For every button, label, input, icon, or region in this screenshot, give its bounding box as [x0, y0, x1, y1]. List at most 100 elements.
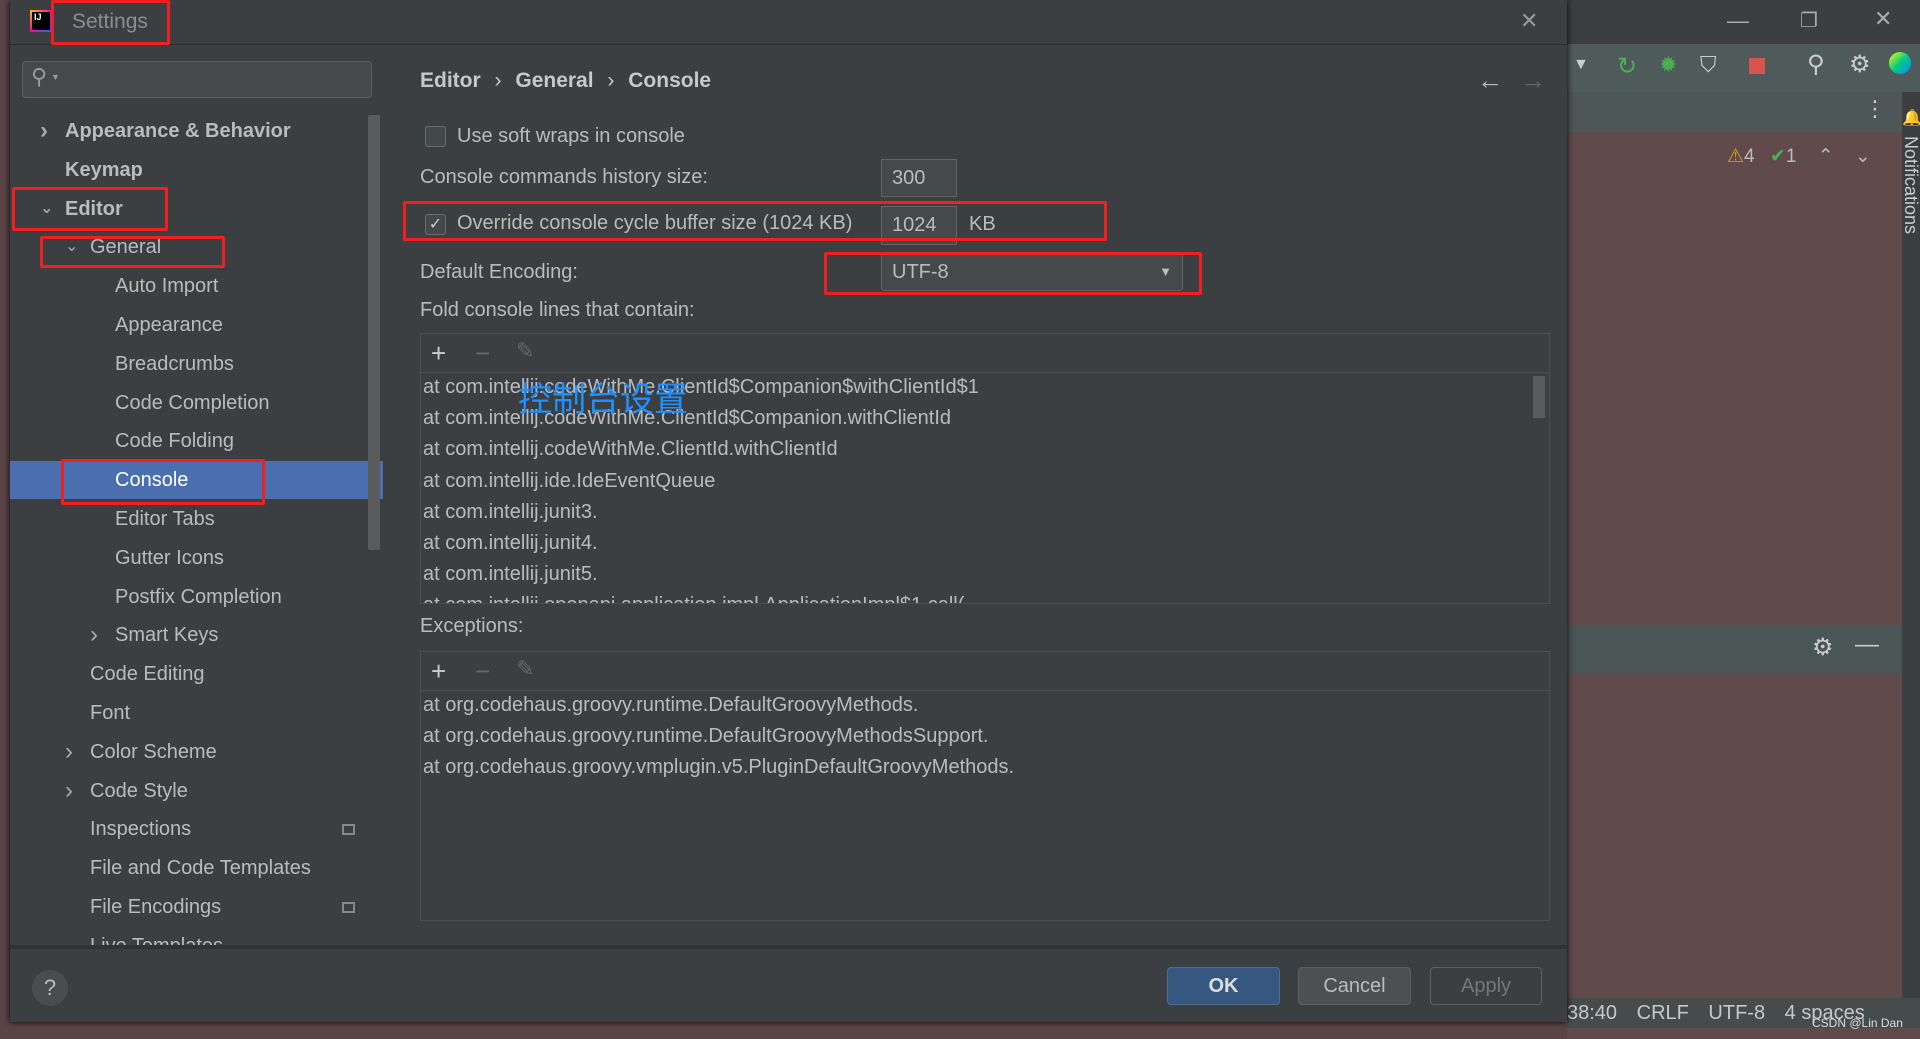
add-icon[interactable]: + [431, 656, 446, 687]
sidebar-item-label: Smart Keys [115, 624, 219, 647]
inspection-widget[interactable]: ⚠4 ✔1 ⌃ ⌄ [1727, 145, 1871, 168]
sidebar-item-code-style[interactable]: › Code Style [10, 772, 383, 810]
exceptions-list-toolbar: + − ✎ [421, 652, 1549, 691]
list-item[interactable]: at org.codehaus.groovy.vmplugin.v5.Plugi… [423, 756, 1014, 779]
sidebar-item-label: Editor Tabs [115, 508, 215, 530]
dialog-titlebar: IJ Settings ✕ [10, 0, 1567, 45]
sidebar-item-code-completion[interactable]: Code Completion [10, 384, 383, 422]
ide-titlebar: — ❐ ✕ [1567, 0, 1920, 44]
sidebar-item-live-templates[interactable]: Live Templates [10, 927, 383, 945]
breadcrumb-item[interactable]: General [515, 69, 593, 92]
restore-button[interactable]: ❐ [1800, 8, 1818, 33]
list-item[interactable]: at com.intellij.openapi.application.impl… [423, 594, 964, 603]
sidebar-item-label: Appearance [115, 314, 223, 336]
debug-icon[interactable]: ✹ [1659, 52, 1677, 78]
history-size-input[interactable]: 300 [881, 159, 957, 197]
cancel-button[interactable]: Cancel [1298, 967, 1411, 1005]
breadcrumb-item[interactable]: Editor [420, 69, 481, 92]
sidebar-item-color-scheme[interactable]: › Color Scheme [10, 733, 383, 771]
sidebar-item-file-encodings[interactable]: File Encodings [10, 888, 383, 926]
sidebar-item-label: Live Templates [90, 927, 223, 945]
sidebar-item-appearance-behavior[interactable]: › Appearance & Behavior [10, 112, 383, 150]
list-item[interactable]: at com.intellij.codeWithMe.ClientId$Comp… [423, 376, 979, 399]
list-item[interactable]: at com.intellij.codeWithMe.ClientId.with… [423, 438, 838, 461]
search-icon: ⚲ [31, 64, 48, 89]
sidebar-item-font[interactable]: Font [10, 694, 383, 732]
notifications-tab[interactable]: Notifications [1900, 136, 1920, 234]
annotation-label: 控制台设置 [518, 381, 688, 419]
gear-icon[interactable]: ⚙ [1812, 633, 1834, 662]
highlight-box [51, 0, 170, 45]
highlight-box [40, 236, 225, 268]
sidebar-item-auto-import[interactable]: Auto Import [10, 267, 383, 305]
file-encoding[interactable]: UTF-8 [1708, 1002, 1765, 1024]
chevron-right-icon[interactable]: › [65, 733, 73, 771]
minimize-panel-icon[interactable]: — [1855, 631, 1879, 659]
list-item[interactable]: at org.codehaus.groovy.runtime.DefaultGr… [423, 725, 989, 748]
list-item[interactable]: at com.intellij.junit3. [423, 501, 598, 524]
sidebar-item-label: File Encodings [90, 896, 222, 918]
sidebar-item-appearance[interactable]: Appearance [10, 306, 383, 344]
rerun-icon[interactable]: ↻ [1617, 52, 1637, 81]
settings-dialog: IJ Settings ✕ ⚲ ▼ › Appearance & Behavior… [10, 0, 1567, 1022]
list-item[interactable]: at org.codehaus.groovy.runtime.DefaultGr… [423, 694, 918, 717]
project-level-icon [342, 902, 355, 913]
stop-icon[interactable] [1749, 58, 1765, 74]
back-arrow-icon[interactable]: ← [1477, 65, 1503, 96]
more-icon[interactable]: ⋮ [1864, 96, 1886, 122]
close-window-button[interactable]: ✕ [1874, 6, 1892, 32]
sidebar-item-breadcrumbs[interactable]: Breadcrumbs [10, 345, 383, 383]
sidebar-item-keymap[interactable]: Keymap [10, 151, 383, 189]
list-item[interactable]: at com.intellij.ide.IdeEventQueue [423, 470, 715, 493]
edit-pencil-icon[interactable]: ✎ [516, 338, 534, 364]
gear-icon[interactable]: ⚙ [1849, 50, 1871, 79]
chevron-right-icon[interactable]: › [65, 772, 73, 810]
breadcrumb: Editor › General › Console [420, 69, 711, 93]
sidebar-item-postfix-completion[interactable]: Postfix Completion [10, 578, 383, 616]
scrollbar[interactable] [368, 115, 380, 550]
chevron-down-icon[interactable]: ⌄ [1855, 146, 1871, 167]
remove-icon[interactable]: − [475, 656, 490, 687]
forward-arrow-icon[interactable]: → [1520, 65, 1546, 96]
sidebar-item-inspections[interactable]: Inspections [10, 810, 383, 848]
apply-button[interactable]: Apply [1430, 967, 1542, 1005]
chevron-up-icon[interactable]: ⌃ [1818, 146, 1834, 167]
list-item[interactable]: at com.intellij.junit4. [423, 532, 598, 555]
help-button[interactable]: ? [32, 970, 68, 1006]
sidebar-item-gutter-icons[interactable]: Gutter Icons [10, 539, 383, 577]
chevron-right-icon[interactable]: › [40, 112, 48, 150]
chevron-right-icon[interactable]: › [90, 616, 98, 654]
sidebar-item-label: Gutter Icons [115, 546, 224, 569]
ok-button[interactable]: OK [1167, 967, 1280, 1005]
caret-position[interactable]: 38:40 [1567, 1002, 1617, 1024]
highlight-box [403, 201, 1107, 241]
project-level-icon [342, 824, 355, 836]
edit-pencil-icon[interactable]: ✎ [516, 656, 534, 682]
sidebar-item-code-editing[interactable]: Code Editing [10, 655, 383, 693]
run-config-dropdown-icon[interactable]: ▼ [1573, 56, 1589, 74]
soft-wraps-checkbox[interactable] [425, 126, 446, 147]
remove-icon[interactable]: − [475, 338, 490, 369]
bell-icon[interactable]: 🔔 [1902, 108, 1920, 128]
exceptions-list[interactable]: + − ✎ at org.codehaus.groovy.runtime.Def… [420, 651, 1550, 921]
search-icon[interactable]: ⚲ [1807, 50, 1825, 79]
sidebar-item-code-folding[interactable]: Code Folding [10, 422, 383, 460]
scrollbar[interactable] [1533, 376, 1545, 418]
soft-wraps-label: Use soft wraps in console [457, 125, 685, 147]
ide-tool-window-header: ⚙ — [1567, 625, 1902, 673]
minimize-button[interactable]: — [1727, 8, 1749, 34]
line-separator[interactable]: CRLF [1637, 1002, 1689, 1024]
breadcrumb-item: Console [628, 69, 712, 92]
close-icon[interactable]: ✕ [1520, 8, 1538, 34]
toolbox-logo-icon[interactable] [1889, 52, 1911, 74]
sidebar-item-smart-keys[interactable]: › Smart Keys [10, 616, 383, 654]
sidebar-item-label: Code Folding [115, 430, 234, 453]
sidebar-item-editor-tabs[interactable]: Editor Tabs [10, 500, 383, 538]
add-icon[interactable]: + [431, 338, 446, 369]
sidebar-item-label: Font [90, 702, 131, 724]
search-input[interactable]: ⚲ ▼ [22, 61, 372, 98]
sidebar-item-file-and-code-templates[interactable]: File and Code Templates [10, 849, 383, 887]
coverage-icon[interactable]: ⛉ [1700, 52, 1717, 78]
sidebar-item-label: Code Style [90, 779, 188, 802]
list-item[interactable]: at com.intellij.junit5. [423, 563, 598, 586]
